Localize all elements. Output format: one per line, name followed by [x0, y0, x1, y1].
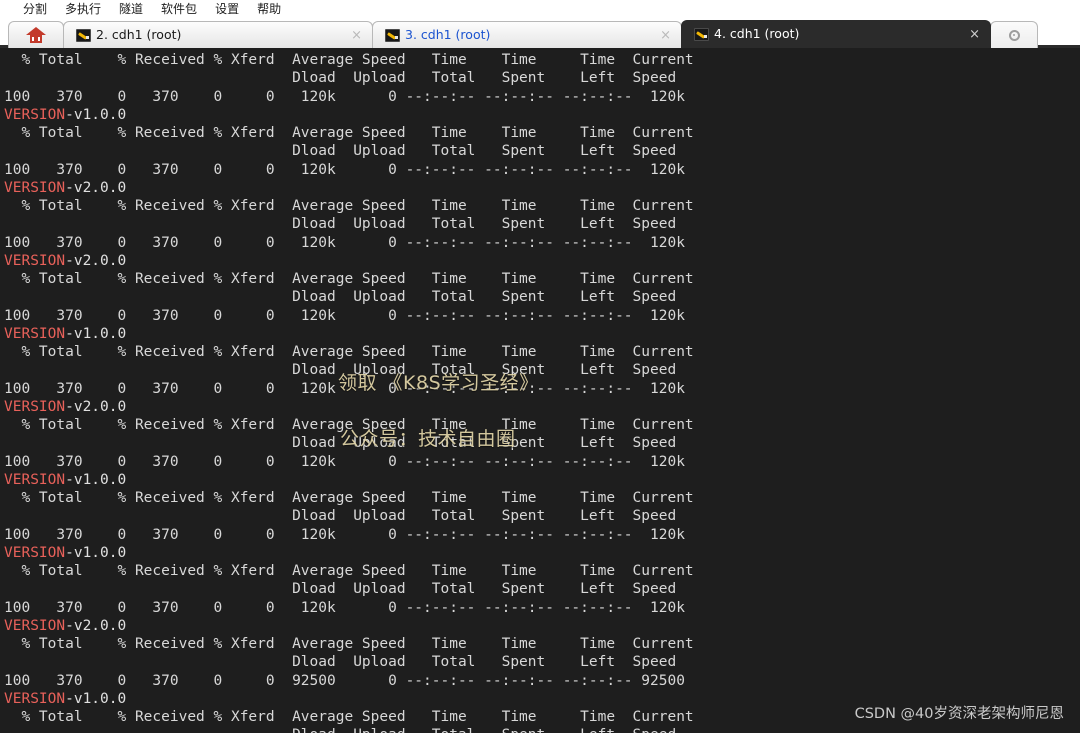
version-line: VERSION-v2.0.0	[4, 179, 1080, 197]
version-line: VERSION-v1.0.0	[4, 106, 1080, 124]
menu-item-packages[interactable]: 软件包	[152, 0, 206, 18]
tab-session-4[interactable]: 4. cdh1 (root) ×	[681, 20, 991, 48]
curl-header-line-2: Dload Upload Total Spent Left Speed	[4, 289, 677, 306]
terminal-output-pane[interactable]: % Total % Received % Xferd Average Speed…	[0, 48, 1080, 733]
curl-header-line-2: Dload Upload Total Spent Left Speed	[4, 143, 677, 160]
tab-home[interactable]	[8, 21, 64, 48]
tab-label: 3. cdh1 (root)	[405, 26, 491, 42]
menu-item-settings[interactable]: 设置	[206, 0, 248, 18]
curl-progress-line: 100 370 0 370 0 0 92500 0 --:--:-- --:--…	[4, 672, 685, 689]
version-keyword: VERSION	[4, 617, 66, 634]
version-line: VERSION-v1.0.0	[4, 325, 1080, 343]
curl-header-line-1: % Total % Received % Xferd Average Speed…	[4, 271, 694, 287]
tab-label: 2. cdh1 (root)	[96, 26, 182, 42]
version-value: -v1.0.0	[65, 106, 127, 123]
tab-bar: 2. cdh1 (root) × 3. cdh1 (root) × 4. cdh…	[0, 18, 1080, 48]
curl-progress-line: 100 370 0 370 0 0 120k 0 --:--:-- --:--:…	[4, 453, 685, 470]
version-keyword: VERSION	[4, 252, 66, 269]
curl-progress-line: 100 370 0 370 0 0 120k 0 --:--:-- --:--:…	[4, 599, 685, 616]
menu-item-help[interactable]: 帮助	[248, 0, 290, 18]
gear-icon	[1008, 29, 1020, 41]
curl-header-line-2: Dload Upload Total Spent Left Speed	[4, 70, 677, 87]
curl-header-line-1: % Total % Received % Xferd Average Speed…	[4, 490, 694, 506]
curl-header-line-1: % Total % Received % Xferd Average Speed…	[4, 636, 694, 652]
tab-new-session[interactable]	[990, 21, 1038, 48]
terminal-icon	[694, 28, 709, 41]
curl-header-line-2: Dload Upload Total Spent Left Speed	[4, 654, 677, 671]
curl-header-line-2: Dload Upload Total Spent Left Speed	[4, 362, 677, 379]
version-value: -v1.0.0	[65, 325, 127, 342]
version-keyword: VERSION	[4, 325, 66, 342]
version-line: VERSION-v1.0.0	[4, 544, 1080, 562]
version-value: -v1.0.0	[65, 471, 127, 488]
version-line: VERSION-v2.0.0	[4, 617, 1080, 635]
curl-progress-line: 100 370 0 370 0 0 120k 0 --:--:-- --:--:…	[4, 307, 685, 324]
curl-header-line-2: Dload Upload Total Spent Left Speed	[4, 726, 1080, 733]
version-keyword: VERSION	[4, 398, 66, 415]
curl-header-line-1: % Total % Received % Xferd Average Speed…	[4, 198, 694, 214]
version-value: -v2.0.0	[65, 179, 127, 196]
curl-header-line-2: Dload Upload Total Spent Left Speed	[4, 581, 677, 598]
curl-progress-line: 100 370 0 370 0 0 120k 0 --:--:-- --:--:…	[4, 526, 685, 543]
tab-close-icon[interactable]: ×	[343, 29, 362, 42]
terminal-lines: % Total % Received % Xferd Average Speed…	[0, 48, 1080, 733]
tab-session-2[interactable]: 2. cdh1 (root) ×	[63, 21, 373, 48]
version-keyword: VERSION	[4, 179, 66, 196]
curl-progress-line: 100 370 0 370 0 0 120k 0 --:--:-- --:--:…	[4, 380, 685, 397]
curl-progress-line: 100 370 0 370 0 0 120k 0 --:--:-- --:--:…	[4, 161, 685, 178]
menu-item-split[interactable]: 分割	[14, 0, 56, 18]
version-value: -v2.0.0	[65, 617, 127, 634]
version-keyword: VERSION	[4, 690, 66, 707]
curl-progress-line: 100 370 0 370 0 0 120k 0 --:--:-- --:--:…	[4, 234, 685, 251]
version-keyword: VERSION	[4, 544, 66, 561]
version-keyword: VERSION	[4, 106, 66, 123]
menu-item-tunnel[interactable]: 隧道	[110, 0, 152, 18]
menu-item-multiexec[interactable]: 多执行	[56, 0, 110, 18]
version-value: -v2.0.0	[65, 398, 127, 415]
version-value: -v1.0.0	[65, 690, 127, 707]
curl-header-line-1: % Total % Received % Xferd Average Speed…	[4, 563, 694, 579]
curl-header-line-1: % Total % Received % Xferd Average Speed…	[4, 709, 694, 725]
version-line: VERSION-v1.0.0	[4, 471, 1080, 489]
version-line: VERSION-v1.0.0	[4, 690, 1080, 708]
curl-header-line-1: % Total % Received % Xferd Average Speed…	[4, 125, 694, 141]
version-value: -v2.0.0	[65, 252, 127, 269]
curl-header-line-2: Dload Upload Total Spent Left Speed	[4, 508, 677, 525]
curl-header-line-1: % Total % Received % Xferd Average Speed…	[4, 344, 694, 360]
curl-header-line-2: Dload Upload Total Spent Left Speed	[4, 435, 677, 452]
tab-session-3[interactable]: 3. cdh1 (root) ×	[372, 21, 682, 48]
tab-label: 4. cdh1 (root)	[714, 26, 800, 42]
terminal-icon	[76, 28, 91, 42]
version-line: VERSION-v2.0.0	[4, 252, 1080, 270]
version-line: VERSION-v2.0.0	[4, 398, 1080, 416]
tab-close-icon[interactable]: ×	[961, 28, 980, 41]
curl-progress-line: 100 370 0 370 0 0 120k 0 --:--:-- --:--:…	[4, 88, 685, 105]
tab-close-icon[interactable]: ×	[652, 29, 671, 42]
menu-bar: 分割 多执行 隧道 软件包 设置 帮助	[0, 0, 1080, 18]
terminal-icon	[385, 28, 400, 42]
curl-header-line-1: % Total % Received % Xferd Average Speed…	[4, 417, 694, 433]
version-keyword: VERSION	[4, 471, 66, 488]
home-icon	[26, 26, 46, 44]
curl-header-line-1: % Total % Received % Xferd Average Speed…	[4, 52, 694, 68]
curl-header-line-2: Dload Upload Total Spent Left Speed	[4, 216, 677, 233]
version-value: -v1.0.0	[65, 544, 127, 561]
